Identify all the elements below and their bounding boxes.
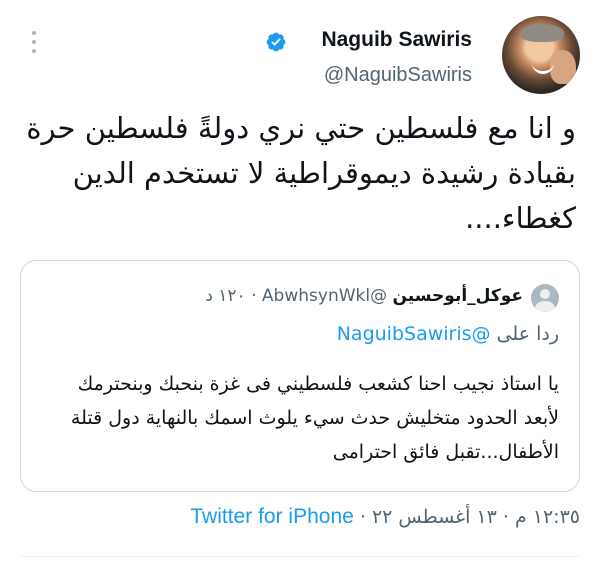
replying-to-line: ردا على @NaguibSawiris xyxy=(337,323,559,345)
quoted-author-name[interactable]: عوكل_أبوحسين xyxy=(393,286,524,306)
quoted-tweet-time[interactable]: ١٢٠ د xyxy=(205,286,245,306)
quoted-tweet-card[interactable]: عوكل_أبوحسين @AbwhsynWkl · ١٢٠ د ردا على… xyxy=(20,260,580,492)
verified-badge-icon xyxy=(266,32,286,52)
author-avatar[interactable] xyxy=(502,16,580,94)
quoted-author-handle[interactable]: @AbwhsynWkl xyxy=(262,286,387,306)
tweet-text: و انا مع فلسطين حتي نري دولةً فلسطين حرة… xyxy=(26,111,576,235)
quoted-tweet-header: عوكل_أبوحسين @AbwhsynWkl · ١٢٠ د xyxy=(205,286,523,306)
author-name[interactable]: Naguib Sawiris xyxy=(321,28,472,52)
separator-dot: · xyxy=(359,506,366,528)
author-handle[interactable]: @NaguibSawiris xyxy=(324,64,472,87)
tweet-source[interactable]: Twitter for iPhone xyxy=(190,505,353,528)
replying-to-handle[interactable]: @NaguibSawiris xyxy=(337,323,491,345)
more-options-icon[interactable] xyxy=(29,31,39,53)
separator-dot: · xyxy=(251,286,257,306)
replying-to-label: ردا على xyxy=(496,323,559,345)
tweet-timestamp[interactable]: ١٢:٣٥ م · ١٣ أغسطس ٢٢ xyxy=(372,506,580,528)
tweet-meta: ١٢:٣٥ م · ١٣ أغسطس ٢٢ · Twitter for iPho… xyxy=(190,505,580,529)
quoted-tweet-text: يا استاذ نجيب احنا كشعب فلسطيني فى غزة ب… xyxy=(70,373,559,463)
default-avatar-icon[interactable] xyxy=(531,284,559,312)
divider xyxy=(20,556,580,557)
